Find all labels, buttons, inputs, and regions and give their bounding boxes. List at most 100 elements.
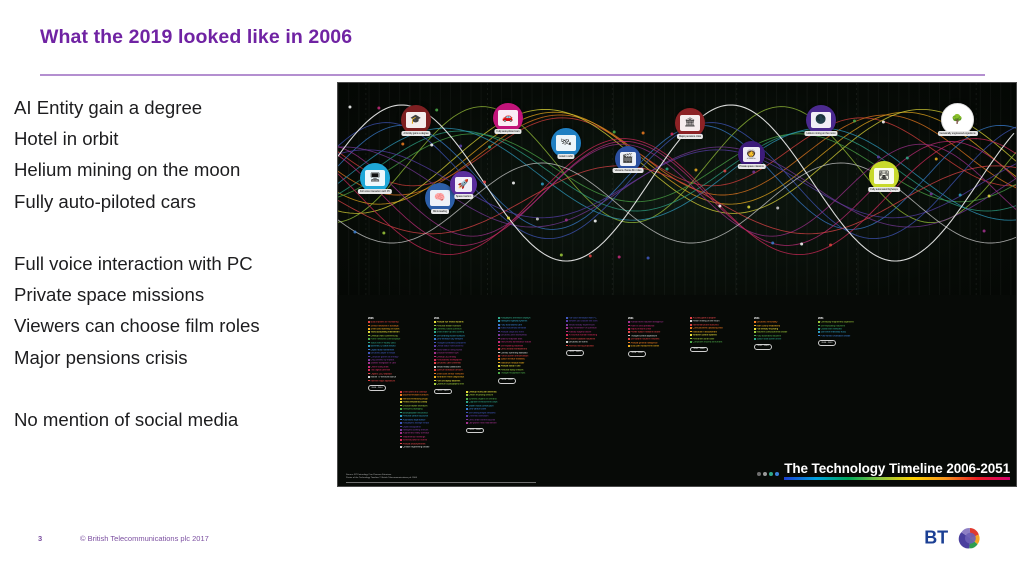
timeline-icon-label: Space tourism [453,194,474,199]
detail-column-pill: 2006 - 2010 [368,385,386,392]
timeline-icon-badge[interactable]: 👩‍🚀 Private space missions [737,141,766,169]
detail-column-heading: 2041 [754,317,760,320]
timeline-node-dot [401,142,405,146]
detail-column-item: Body part replacement banks [628,345,696,348]
body-line: AI Entity gain a degree [14,97,203,118]
detail-column-item: Internet fridge appliances [368,380,436,383]
timeline-node-dot [382,231,386,235]
detail-column-item: Asteroid mining proposals [566,345,634,348]
detail-column: 2011 Artificial eye retinal implants Perso… [434,317,502,395]
page-title: What the 2019 looked like in 2006 [40,26,353,48]
timeline-node-dot [535,217,539,221]
timeline-icon-label: Mind-reading [431,209,449,214]
timeline-icon-badge[interactable]: 🖥 Full voice interaction with PC [357,163,393,194]
detail-column: 2041 Electronic immortality Mars colony es… [754,317,822,350]
timeline-icon-badge[interactable]: 🚗 Fully auto-piloted cars [493,103,523,134]
bt-logo: BT [924,528,980,549]
credits-line-2: Poster of the Technology Timeline © Brit… [346,477,417,479]
timeline-node-dot [459,144,463,148]
timeline-node-dot [987,194,991,198]
body-spacer [14,373,334,404]
image-credits: Source: BT Futurology / Ian Pearson Futu… [346,474,417,480]
timeline-node-dot [593,219,597,223]
detail-column-item: Climate engineering debate [400,446,468,449]
timeline-icon-badge[interactable]: 🌑 Helium mining on the moon [804,105,838,136]
detail-column-pill: 2016 - 2020 [498,377,516,384]
timeline-icon-label: Full voice interaction with PC [357,189,393,194]
body-line: Fully auto-piloted cars [14,190,196,212]
timeline-node-dot [435,108,439,112]
timeline-node-dot [377,106,381,110]
timeline-icon-label: Genetically engineered organisms [937,131,978,136]
rainbow-rule [784,477,1010,480]
timeline-icon-label: Major pensions crisis [676,134,704,139]
timeline-icon-label: Helium mining on the moon [804,131,838,136]
timeline-icon-badge[interactable]: 🛰 Hotel in orbit [551,128,581,159]
timeline-node-dot [747,205,751,209]
timeline-icon-badge[interactable]: 🏛 Major pensions crisis [675,108,705,139]
timeline-icon-glyph: 🖥 [365,169,385,187]
timeline-node-dot [670,132,674,136]
timeline-node-dot [483,180,487,184]
timeline-node-dot [430,143,434,147]
technology-timeline-image: 🎓 AI Entity gains a degree 🚗 Fully auto-pil… [337,82,1017,487]
page-number: 3 [38,534,43,543]
timeline-node-dot [353,230,357,234]
timeline-node-dot [905,156,909,160]
detail-column-heading: 2011 [434,317,440,320]
body-line: Full voice interaction with PC [14,253,253,274]
detail-column-pill: 2021 - 2030 [466,427,484,434]
image-brand: The Technology Timeline 2006-2051 [757,461,1010,480]
timeline-icon-glyph: 🚀 [454,176,473,193]
detail-column-item: Lab-grown meat mainstream [466,422,534,425]
timeline-node-dot [876,155,880,159]
timeline-node-dot [694,168,698,172]
timeline-icon-glyph: 🛰 [556,134,576,152]
timeline-node-dot [929,192,933,196]
bt-dots-icon [757,472,780,480]
title-divider [40,74,985,76]
detail-column-item: Quantum cryptography links [434,383,502,386]
timeline-icon-label: Private space missions [737,164,766,169]
timeline-node-dot [934,157,938,161]
body-line: Helium mining on the moon [14,159,241,181]
detail-column-item: Thought recognition input [498,372,566,375]
copyright-notice: © British Telecommunications plc 2017 [80,534,209,543]
detail-column: Desktop molecular assembly Dream recordin… [466,391,534,434]
timeline-node-dot [800,242,804,246]
timeline-node-dot [752,170,756,174]
timeline-icon-badge[interactable]: 🛣 Fully automated highways [868,161,900,192]
body-spacer [14,217,334,248]
detail-column-heading: 2031 [628,317,634,320]
timeline-icon-badge[interactable]: 🎬 Viewers choose film roles [612,146,644,173]
timeline-node-dot [617,255,621,259]
timeline-icon-glyph: 🚗 [498,109,518,127]
body-line: No mention of social media [14,409,239,430]
timeline-node-dot [718,204,722,208]
credits-divider [346,481,536,482]
timeline-icon-badge[interactable]: 🚀 Space tourism [450,171,477,199]
detail-column: Smart paint and coatings Bacteria-resista… [400,391,468,450]
timeline-icon-label: Hotel in orbit [557,154,575,159]
slide: What the 2019 looked like in 2006 AI Ent… [0,0,1023,565]
bt-logo-text: BT [924,528,948,548]
timeline-icon-badge[interactable]: 🎓 AI Entity gains a degree [401,105,431,136]
detail-column: Full voice interaction with PC Viewers ca… [566,317,634,356]
timeline-node-dot [829,243,833,247]
detail-column-pill: 2021 - 2025 [566,350,584,356]
body-text-block: AI Entity gain a degree Hotel in orbit Hel… [14,92,334,435]
timeline-icon-glyph: 🧠 [430,189,450,207]
timeline-node-dot [559,253,563,257]
detail-column: 2051 Genetically engineered organisms Self… [818,317,886,347]
timeline-node-dot [641,131,645,135]
timeline-text-zone: 200620112021203120412051 2006Body implan… [338,295,1016,486]
timeline-icon-glyph: 🌳 [947,110,968,129]
body-line: Viewers can choose film roles [14,315,260,337]
timeline-icon-badge[interactable]: 🌳 Genetically engineered organisms [937,103,978,136]
body-line: Major pensions crisis [14,346,188,368]
timeline-node-dot [511,181,515,185]
detail-column-pill: 2041 - 2045 [754,343,772,350]
timeline-node-dot [588,254,592,258]
detail-column-pill: 2026 - 2030 [628,350,646,357]
detail-column-pill: 2046 - 2051 [818,340,836,347]
